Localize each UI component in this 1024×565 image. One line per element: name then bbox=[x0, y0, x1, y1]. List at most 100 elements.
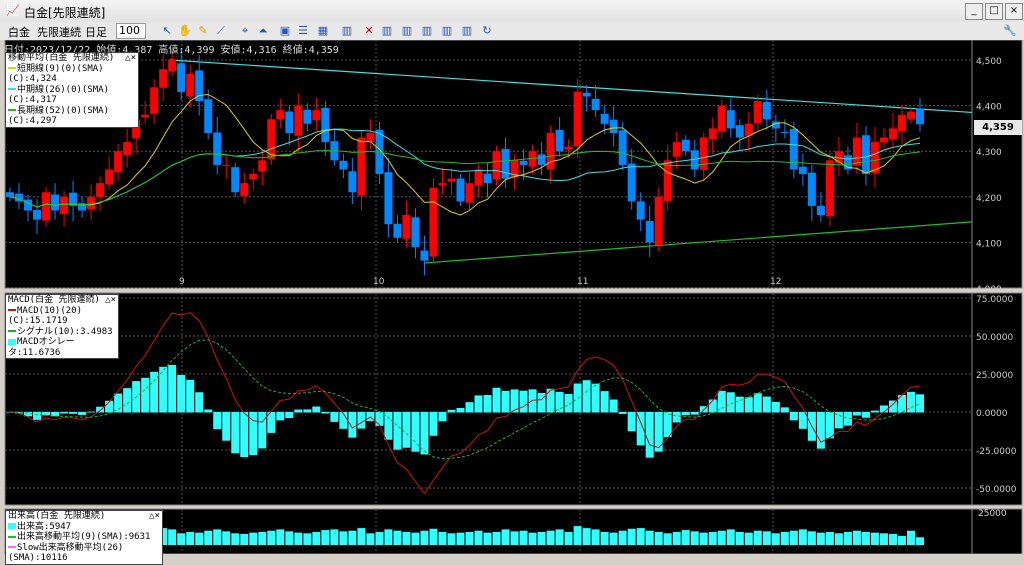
volume-bar bbox=[618, 530, 627, 545]
macd-histogram-bar bbox=[114, 393, 123, 413]
scroll-up-icon[interactable]: ⏶ bbox=[256, 24, 270, 38]
volume-bar bbox=[402, 532, 411, 545]
candle-body bbox=[114, 151, 123, 173]
volume-bar bbox=[411, 532, 420, 545]
legend-close-icon[interactable]: △× bbox=[105, 295, 116, 306]
crosshair-icon[interactable]: ⌖ bbox=[238, 24, 252, 38]
macd-histogram-bar bbox=[294, 409, 303, 413]
remove-indicator-icon[interactable]: ✕ bbox=[362, 24, 376, 38]
volume-bar bbox=[276, 529, 285, 545]
volume-bar bbox=[366, 533, 375, 545]
bar-count-input[interactable]: 100 bbox=[116, 23, 146, 39]
candle-body bbox=[186, 73, 195, 97]
chart-settings-icon[interactable]: ▣ bbox=[278, 24, 292, 38]
candle-body bbox=[402, 215, 411, 239]
candle-body bbox=[852, 137, 861, 166]
legend-close-icon[interactable]: △× bbox=[125, 53, 136, 64]
volume-bar bbox=[843, 532, 852, 545]
grid-icon[interactable]: ▦ bbox=[316, 24, 330, 38]
volume-bar bbox=[564, 532, 573, 545]
candle-body bbox=[573, 91, 582, 147]
candle-body bbox=[438, 183, 447, 185]
wrench-icon[interactable]: 🔧 bbox=[1003, 24, 1017, 38]
symbol-selector[interactable]: 白金 bbox=[8, 24, 30, 40]
toolbar: 白金 先限連続 日足 100 ↖ ✋ ✎ ⟋ ⌖ ⏶ ▣ ☰ ▦ ▥ ✕ ▥ ▥… bbox=[0, 22, 1024, 40]
volume-bar bbox=[438, 532, 447, 545]
candle-body bbox=[735, 125, 744, 138]
macd-histogram-bar bbox=[591, 383, 600, 413]
candle-body bbox=[456, 178, 465, 202]
candle-body bbox=[780, 132, 789, 134]
candle-body bbox=[195, 70, 204, 102]
legend-close-icon[interactable]: △× bbox=[149, 511, 160, 522]
macd-histogram-bar bbox=[492, 387, 501, 413]
pencil-icon[interactable]: ✎ bbox=[196, 24, 210, 38]
candle-body bbox=[600, 113, 609, 124]
indicator-icon[interactable]: ▥ bbox=[340, 24, 354, 38]
candle-body bbox=[6, 192, 14, 197]
chart-area[interactable]: 4,500 4,400 4,300 4,200 4,100 4,00075.0000 50.… bbox=[0, 40, 1024, 554]
candle-body bbox=[897, 114, 906, 132]
macd-histogram-bar bbox=[186, 379, 195, 413]
candle-body bbox=[627, 163, 636, 202]
candle-body bbox=[222, 164, 231, 166]
macd-histogram-bar bbox=[348, 412, 357, 438]
hand-icon[interactable]: ✋ bbox=[178, 24, 192, 38]
candle-body bbox=[96, 183, 105, 197]
macd-histogram-bar bbox=[213, 412, 222, 430]
maximize-button[interactable]: □ bbox=[985, 3, 1003, 20]
candle-body bbox=[213, 132, 222, 165]
macd-tick-label: 50.0000 bbox=[976, 333, 1013, 343]
macd-histogram-bar bbox=[258, 412, 267, 449]
volume-bar bbox=[627, 528, 636, 545]
macd-histogram-bar bbox=[150, 371, 159, 413]
candle-body bbox=[177, 63, 186, 92]
macd-histogram-bar bbox=[744, 397, 753, 413]
macd-histogram-bar bbox=[663, 412, 672, 438]
month-label: 11 bbox=[577, 277, 588, 287]
volume-bar bbox=[222, 531, 231, 545]
macd-histogram-bar bbox=[384, 412, 393, 440]
price-tick-label: 4,000 bbox=[976, 285, 1002, 295]
indicator-3-icon[interactable]: ▥ bbox=[420, 24, 434, 38]
macd-histogram-bar bbox=[42, 412, 51, 416]
macd-histogram-bar bbox=[753, 393, 762, 413]
volume-bar bbox=[780, 532, 789, 545]
macd-histogram-bar bbox=[321, 412, 330, 414]
period-dropdown[interactable]: 日足 bbox=[85, 24, 107, 40]
macd-histogram-bar bbox=[771, 402, 780, 413]
candle-body bbox=[726, 110, 735, 129]
volume-bar bbox=[429, 528, 438, 545]
candle-body bbox=[537, 154, 546, 165]
indicator-1-icon[interactable]: ▥ bbox=[380, 24, 394, 38]
volume-bar bbox=[753, 530, 762, 545]
indicator-5-icon[interactable]: ▥ bbox=[460, 24, 474, 38]
draw-line-icon[interactable]: ⟋ bbox=[214, 24, 228, 38]
legend-item: MACD(10)(20)(C):15.1719 bbox=[8, 305, 83, 327]
macd-histogram-bar bbox=[78, 412, 87, 415]
volume-bar bbox=[789, 530, 798, 545]
macd-histogram-bar bbox=[483, 395, 492, 413]
candle-body bbox=[474, 169, 483, 186]
volume-bar bbox=[744, 532, 753, 545]
indicator-4-icon[interactable]: ▥ bbox=[440, 24, 454, 38]
macd-histogram-bar bbox=[780, 407, 789, 413]
minimize-button[interactable]: _ bbox=[965, 3, 983, 20]
volume-bar bbox=[870, 532, 879, 545]
macd-tick-label: -25.0000 bbox=[976, 447, 1017, 457]
grid-h-icon[interactable]: ☰ bbox=[296, 24, 310, 38]
close-button[interactable]: × bbox=[1005, 3, 1023, 20]
indicator-2-icon[interactable]: ▥ bbox=[400, 24, 414, 38]
candle-body bbox=[717, 105, 726, 132]
refresh-icon[interactable]: ↻ bbox=[480, 24, 494, 38]
volume-bar bbox=[465, 532, 474, 545]
macd-tick-label: -50.0000 bbox=[976, 485, 1017, 495]
macd-histogram-bar bbox=[618, 412, 627, 414]
macd-histogram-bar bbox=[168, 364, 177, 413]
volume-bar bbox=[555, 529, 564, 545]
contract-selector[interactable]: 先限連続 bbox=[37, 24, 81, 40]
macd-histogram-bar bbox=[60, 412, 69, 414]
cursor-icon[interactable]: ↖ bbox=[160, 24, 174, 38]
macd-histogram-bar bbox=[204, 409, 213, 413]
volume-bar bbox=[798, 529, 807, 545]
